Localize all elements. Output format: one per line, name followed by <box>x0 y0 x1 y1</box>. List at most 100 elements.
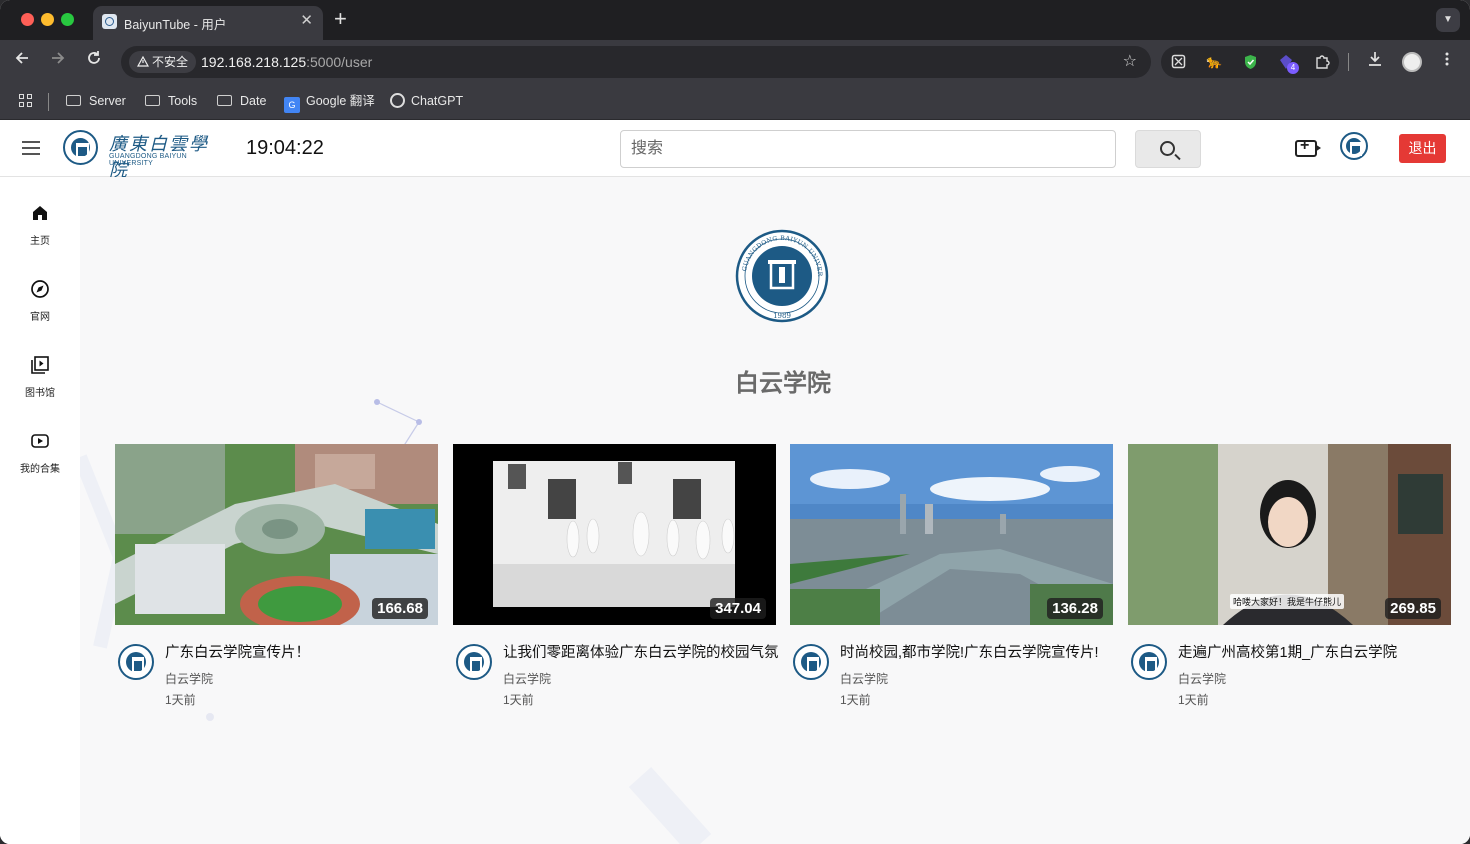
logout-button[interactable]: 退出 <box>1399 134 1446 163</box>
video-upload-time: 1天前 <box>503 693 534 707</box>
video-title[interactable]: 时尚校园,都市学院!广东白云学院宣传片! <box>840 641 1115 662</box>
sidebar-item-label: 图书馆 <box>25 388 55 399</box>
channel-avatar[interactable] <box>118 644 154 680</box>
screenshot-extension-icon[interactable] <box>1170 54 1186 70</box>
video-thumbnail[interactable]: 347.04 <box>453 444 776 625</box>
maximize-window-button[interactable] <box>61 13 74 26</box>
hamburger-menu-icon[interactable] <box>22 141 40 155</box>
sidebar-item-official-site[interactable]: 官网 <box>0 263 80 323</box>
sidebar-item-home[interactable]: 主页 <box>0 187 80 247</box>
video-card[interactable]: 136.28 时尚校园,都市学院!广东白云学院宣传片! 白云学院 1天前 <box>790 444 1113 714</box>
logo-seal-icon <box>63 130 98 165</box>
sidebar-item-my-collections[interactable]: 我的合集 <box>0 415 80 475</box>
university-logo[interactable]: 廣東白雲學院 GUANGDONG BAIYUN UNIVERSITY <box>63 130 228 181</box>
minimize-window-button[interactable] <box>41 13 54 26</box>
bookmark-label: Tools <box>168 94 198 108</box>
extensions-area: 🐆 4 <box>1161 46 1339 78</box>
security-label: 不安全 <box>152 55 189 69</box>
toolbar-divider <box>1348 53 1349 71</box>
sidebar-item-label: 官网 <box>30 312 50 323</box>
url-text[interactable]: 192.168.218.125:5000/user <box>201 54 372 70</box>
shield-extension-icon[interactable] <box>1242 54 1258 70</box>
search-button[interactable] <box>1135 130 1201 168</box>
download-icon[interactable] <box>1367 51 1383 72</box>
browser-window: BaiyunTube - 用户 ✕ + ▼ 不安全 192.168.218.12… <box>0 0 1470 844</box>
url-host: 192.168.218.125 <box>201 54 307 70</box>
clock: 19:04:22 <box>246 137 324 159</box>
thumbnail-subtitle: 哈喽大家好！我是牛仔熊儿 <box>1230 594 1345 609</box>
user-avatar[interactable] <box>1340 132 1368 160</box>
close-window-button[interactable] <box>21 13 34 26</box>
apps-grid-icon[interactable] <box>19 94 33 108</box>
bookmark-star-icon[interactable]: ☆ <box>1123 51 1137 71</box>
seal-year: 1989 <box>773 312 791 320</box>
security-indicator[interactable]: 不安全 <box>129 51 197 73</box>
logo-english-text: GUANGDONG BAIYUN UNIVERSITY <box>109 153 187 167</box>
bookmark-label: Date <box>240 94 267 108</box>
forward-icon[interactable] <box>50 50 66 71</box>
folder-icon <box>66 95 81 106</box>
video-channel[interactable]: 白云学院 <box>503 670 551 687</box>
web-page: 廣東白雲學院 GUANGDONG BAIYUN UNIVERSITY 19:04… <box>0 121 1470 844</box>
main-content: 1989 GUANGDONG BAIYUN UNIVERSITY 白云学院 <box>80 177 1470 844</box>
video-card[interactable]: 哈喽大家好！我是牛仔熊儿 269.85 走遍广州高校第1期_广东白云学院 白云学… <box>1128 444 1451 714</box>
google-translate-icon: G <box>284 97 300 113</box>
sidebar-item-label: 我的合集 <box>20 464 60 475</box>
new-tab-button[interactable]: + <box>334 6 347 32</box>
tab-favicon-icon <box>102 14 117 29</box>
video-title[interactable]: 走遍广州高校第1期_广东白云学院 <box>1178 641 1453 662</box>
bookmark-chatgpt[interactable]: ChatGPT <box>390 92 463 110</box>
video-duration: 166.68 <box>372 598 428 619</box>
sidebar-item-label: 主页 <box>30 236 50 247</box>
channel-avatar[interactable] <box>456 644 492 680</box>
channel-name: 白云学院 <box>735 370 831 397</box>
reload-icon[interactable] <box>86 50 102 71</box>
bookmark-tools[interactable]: Tools <box>145 92 197 110</box>
video-card[interactable]: 166.68 广东白云学院宣传片！ 白云学院 1天前 <box>115 444 438 714</box>
browser-menu-icon[interactable] <box>1444 51 1450 72</box>
site-header: 廣東白雲學院 GUANGDONG BAIYUN UNIVERSITY 19:04… <box>0 121 1470 181</box>
video-library-icon <box>31 356 49 374</box>
profile-avatar[interactable] <box>1402 52 1422 72</box>
bookmark-server[interactable]: Server <box>66 92 126 110</box>
bookmark-label: Server <box>89 94 126 108</box>
video-channel[interactable]: 白云学院 <box>165 670 213 687</box>
browser-tab[interactable]: BaiyunTube - 用户 ✕ <box>93 6 323 40</box>
channel-avatar[interactable] <box>793 644 829 680</box>
video-thumbnail[interactable]: 166.68 <box>115 444 438 625</box>
bookmarks-bar: Server Tools Date G Google 翻译 ChatGPT <box>0 84 1470 120</box>
video-duration: 347.04 <box>710 598 766 619</box>
bookmark-date[interactable]: Date <box>217 92 266 110</box>
video-title[interactable]: 广东白云学院宣传片！ <box>165 641 440 662</box>
video-thumbnail[interactable]: 哈喽大家好！我是牛仔熊儿 269.85 <box>1128 444 1451 625</box>
video-duration: 269.85 <box>1385 598 1441 619</box>
back-icon[interactable] <box>14 50 30 71</box>
video-card[interactable]: 347.04 让我们零距离体验广东白云学院的校园气氛 白云学院 1天前 <box>453 444 778 714</box>
video-channel[interactable]: 白云学院 <box>840 670 888 687</box>
bookmark-label: ChatGPT <box>411 94 464 108</box>
video-title[interactable]: 让我们零距离体验广东白云学院的校园气氛 <box>503 641 778 662</box>
search-input[interactable] <box>620 130 1116 168</box>
bookmarks-divider <box>48 93 49 111</box>
bookmark-label: Google 翻译 <box>306 94 375 108</box>
sidebar-item-library[interactable]: 图书馆 <box>0 339 80 399</box>
tab-search-icon[interactable]: ▼ <box>1436 8 1460 32</box>
video-thumbnail[interactable]: 136.28 <box>790 444 1113 625</box>
address-bar[interactable]: 不安全 192.168.218.125:5000/user ☆ <box>121 46 1151 78</box>
tab-title: BaiyunTube - 用户 <box>124 18 227 32</box>
bookmark-google-translate[interactable]: G Google 翻译 <box>284 92 375 113</box>
home-icon <box>33 206 47 220</box>
puzzle-extensions-icon[interactable] <box>1314 54 1330 70</box>
channel-seal-icon: 1989 GUANGDONG BAIYUN UNIVERSITY <box>735 229 829 323</box>
video-upload-time: 1天前 <box>1178 693 1209 707</box>
cheetah-extension-icon[interactable]: 🐆 <box>1206 54 1222 70</box>
youtube-play-icon <box>31 434 49 448</box>
search-icon <box>1160 141 1175 156</box>
channel-avatar[interactable] <box>1131 644 1167 680</box>
tab-close-icon[interactable]: ✕ <box>300 11 313 29</box>
chatgpt-icon <box>390 93 405 108</box>
gem-extension-icon[interactable]: 4 <box>1278 54 1299 74</box>
upload-video-icon[interactable] <box>1295 137 1321 157</box>
video-channel[interactable]: 白云学院 <box>1178 670 1226 687</box>
folder-icon <box>217 95 232 106</box>
